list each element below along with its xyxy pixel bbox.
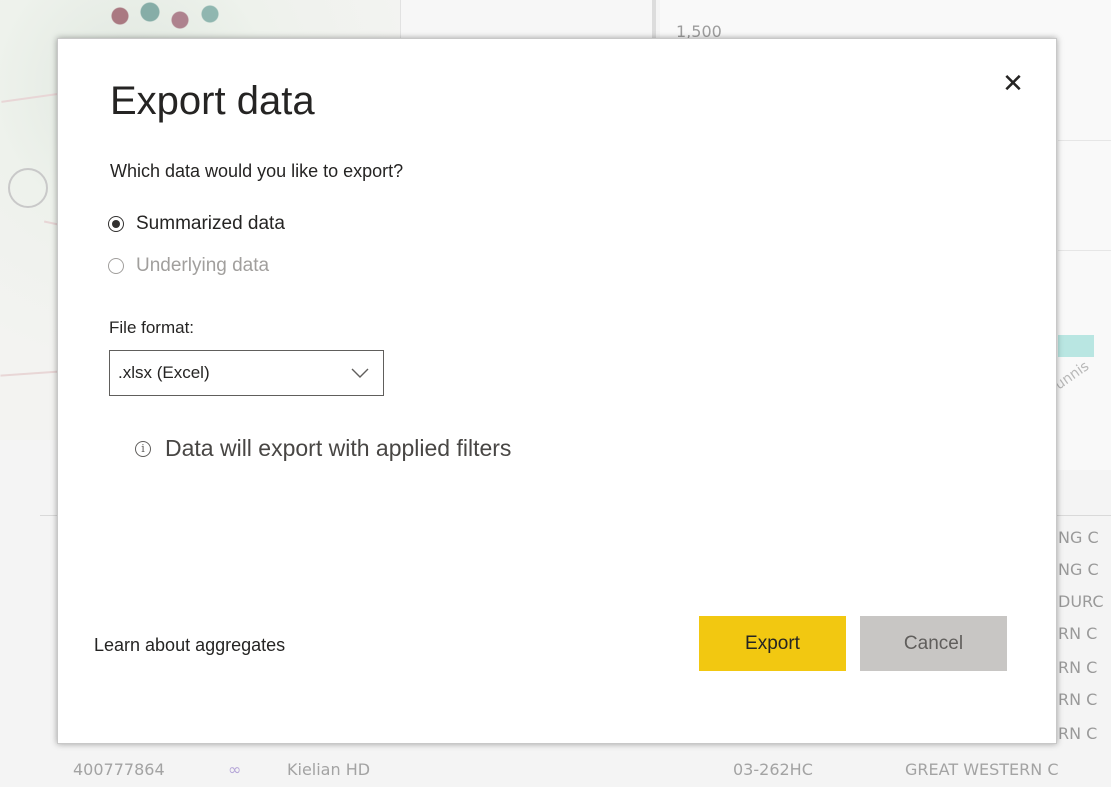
- table-cell: RN C: [1058, 690, 1098, 709]
- learn-about-aggregates-link[interactable]: Learn about aggregates: [94, 635, 285, 656]
- table-cell: RN C: [1058, 724, 1098, 743]
- close-icon[interactable]: ✕: [998, 69, 1028, 99]
- map-zoom-control: [8, 168, 48, 208]
- table-cell: DURC: [1058, 592, 1104, 611]
- file-format-value: .xlsx (Excel): [118, 363, 210, 382]
- report-panel: [400, 0, 656, 40]
- export-question: Which data would you like to export?: [110, 161, 404, 181]
- table-cell-company: GREAT WESTERN C: [905, 760, 1059, 779]
- chart-gridline: [1058, 250, 1111, 251]
- radio-summarized-data[interactable]: Summarized data: [108, 213, 285, 235]
- table-cell-id: 400777864: [73, 760, 165, 779]
- radio-underlying-data[interactable]: Underlying data: [108, 255, 269, 277]
- file-format-dropdown[interactable]: .xlsx (Excel): [109, 350, 384, 396]
- table-row: 400777864 ∞ Kielian HD 03-262HC GREAT WE…: [0, 752, 1111, 787]
- panel-divider: [652, 0, 656, 40]
- export-data-dialog: Export data ✕ Which data would you like …: [57, 38, 1057, 744]
- cancel-button[interactable]: Cancel: [860, 616, 1007, 671]
- export-button[interactable]: Export: [699, 616, 846, 671]
- table-cell-code: 03-262HC: [733, 760, 813, 779]
- map-marker-cluster: [90, 0, 240, 40]
- table-cell: NG C: [1058, 560, 1099, 579]
- file-format-label: File format:: [109, 318, 195, 337]
- table-cell: RN C: [1058, 658, 1098, 677]
- radio-selected-icon: [108, 216, 124, 232]
- chevron-down-icon: [351, 368, 369, 378]
- radio-label: Summarized data: [136, 213, 285, 234]
- info-icon: i: [135, 440, 151, 457]
- radio-label: Underlying data: [136, 255, 270, 276]
- link-icon: ∞: [228, 760, 242, 779]
- table-cell: RN C: [1058, 624, 1098, 643]
- table-cell: NG C: [1058, 528, 1099, 547]
- table-cell-name: Kielian HD: [287, 760, 371, 779]
- radio-unselected-icon: [108, 258, 124, 274]
- chart-bar: [1058, 335, 1094, 357]
- dialog-title: Export data: [110, 79, 315, 123]
- chart-gridline: [1058, 140, 1111, 141]
- filter-info-message: i Data will export with applied filters: [135, 435, 511, 462]
- info-text: Data will export with applied filters: [165, 435, 512, 461]
